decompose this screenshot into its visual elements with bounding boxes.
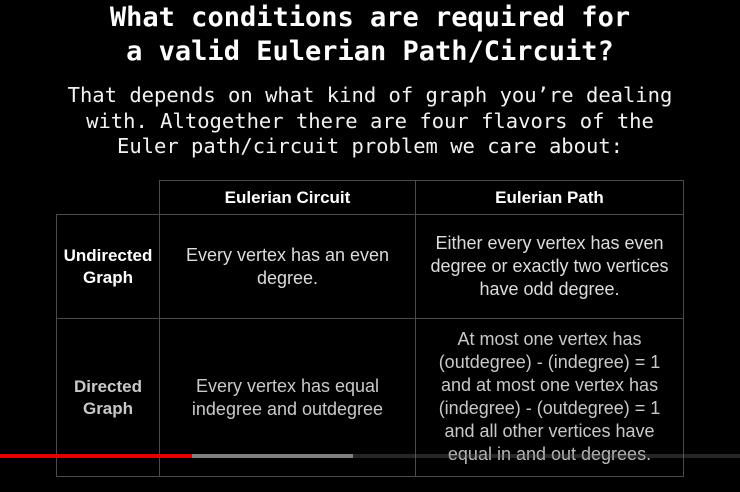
row-header-directed: Directed Graph xyxy=(57,319,159,476)
row-header-line: Directed xyxy=(73,376,143,396)
cell-directed-circuit: Every vertex has equal indegree and outd… xyxy=(160,319,415,476)
cell-text-line: have odd degree. xyxy=(479,279,620,299)
cell-text-line: Either every vertex has even xyxy=(435,233,664,253)
slide-intro-line-1: That depends on what kind of graph you’r… xyxy=(67,83,673,107)
slide-intro-line-2: with. Altogether there are four flavors … xyxy=(86,108,654,133)
row-header-line: Graph xyxy=(82,267,134,287)
col-header-eulerian-path: Eulerian Path xyxy=(416,181,683,214)
cell-directed-path: At most one vertex has (outdegree) - (in… xyxy=(416,319,683,476)
euler-conditions-table: Eulerian Circuit Eulerian Path Undirecte… xyxy=(56,180,684,477)
slide-intro: That depends on what kind of graph you’r… xyxy=(0,83,740,160)
cell-undirected-circuit: Every vertex has an even degree. xyxy=(160,215,415,318)
cell-text-line: (outdegree) - (indegree) = 1 xyxy=(438,352,661,372)
cell-text-line: (indegree) - (outdegree) = 1 xyxy=(438,398,661,418)
cell-text-line: At most one vertex has xyxy=(457,329,642,349)
col-header-label: Eulerian Circuit xyxy=(224,187,351,207)
table-line-bottom xyxy=(56,476,684,477)
slide-title: What conditions are required for a valid… xyxy=(0,1,740,69)
table-line-right xyxy=(683,180,684,477)
cell-text-line: degree or exactly two vertices xyxy=(430,256,669,276)
slide-intro-line-3: Euler path/circuit problem we care about… xyxy=(116,134,624,158)
cell-text-line: indegree and outdegree xyxy=(191,398,384,419)
video-progress-bar[interactable] xyxy=(0,454,740,458)
cell-text-line: Every vertex has an even xyxy=(185,244,390,265)
row-header-undirected: Undirected Graph xyxy=(57,215,159,318)
row-header-line: Graph xyxy=(82,398,134,418)
row-header-line: Undirected xyxy=(63,245,153,265)
col-header-label: Eulerian Path xyxy=(495,187,604,207)
slide-title-line-2: a valid Eulerian Path/Circuit? xyxy=(126,36,614,67)
cell-undirected-path: Either every vertex has even degree or e… xyxy=(416,215,683,318)
cell-text-line: and at most one vertex has xyxy=(440,375,659,395)
slide-title-line-1: What conditions are required for xyxy=(109,2,631,33)
cell-text-line: Every vertex has equal xyxy=(195,375,380,396)
col-header-eulerian-circuit: Eulerian Circuit xyxy=(160,181,415,214)
cell-text-line: and all other vertices have xyxy=(444,421,655,441)
video-played-bar xyxy=(0,454,193,458)
cell-text-line: degree. xyxy=(256,267,319,288)
